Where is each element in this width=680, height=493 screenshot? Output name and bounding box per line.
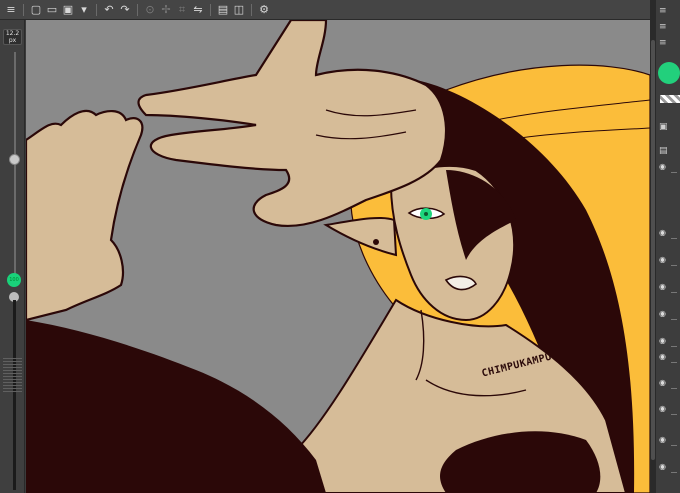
layer-icon[interactable]: ◫ (232, 3, 246, 17)
layer-row-divider (671, 172, 677, 173)
select-icon[interactable]: ⊙ (143, 3, 157, 17)
left-panel-tick (3, 382, 22, 383)
redo-icon[interactable]: ↷ (118, 3, 132, 17)
left-panel-tick (3, 385, 22, 386)
layer-panel-icon[interactable]: ▣ (659, 122, 669, 132)
crop-icon[interactable]: ⌗ (175, 3, 189, 17)
left-panel-tick (3, 364, 22, 365)
toolbar-separator (23, 3, 24, 16)
brush-size-value: 12.2 (5, 30, 20, 37)
flip-icon[interactable]: ⇋ (191, 3, 205, 17)
brush-opacity-badge[interactable]: 100 (7, 273, 21, 287)
settings-icon[interactable]: ⚙ (257, 3, 271, 17)
left-panel-tick (3, 373, 22, 374)
left-hand-shape (26, 109, 144, 322)
scrollbar-thumb[interactable] (651, 40, 655, 460)
toolbar-separator (251, 3, 252, 16)
left-panel-tick (3, 388, 22, 389)
left-panel-tick (3, 358, 22, 359)
left-panel-tick (3, 391, 22, 392)
left-panel-tick (3, 379, 22, 380)
open-file-icon[interactable]: ▭ (45, 3, 59, 17)
layer-visibility-eye-icon[interactable]: ◉ (659, 404, 666, 413)
transparent-color-swatch[interactable] (660, 95, 680, 103)
left-panel-tick (3, 361, 22, 362)
brush-size-readout[interactable]: 12.2 px (3, 29, 22, 45)
layer-visibility-eye-icon[interactable]: ◉ (659, 336, 666, 345)
panel-menu-icon[interactable]: ≡ (659, 6, 669, 16)
save-icon[interactable]: ▣ (61, 3, 75, 17)
right-side-panel: ≡ ≡ ≡ ▣ ▤ ◉ ◉ ◉ ◉ ◉ ◉ ◉ ◉ ◉ ◉ ◉ (656, 0, 680, 493)
artwork (26, 20, 650, 493)
layer-visibility-eye-icon[interactable]: ◉ (659, 352, 666, 361)
panel-menu-icon[interactable]: ≡ (659, 22, 669, 32)
layer-visibility-eye-icon[interactable]: ◉ (659, 282, 666, 291)
brush-size-slider-handle[interactable] (9, 154, 20, 165)
undo-icon[interactable]: ↶ (102, 3, 116, 17)
brush-size-panel: 12.2 px 100 (0, 20, 25, 493)
layer-visibility-eye-icon[interactable]: ◉ (659, 228, 666, 237)
layer-folder-icon[interactable]: ▤ (659, 146, 669, 156)
toolbar-separator (96, 3, 97, 16)
layer-visibility-eye-icon[interactable]: ◉ (659, 378, 666, 387)
layer-row-divider (671, 388, 677, 389)
dropdown-icon[interactable]: ▾ (77, 3, 91, 17)
layer-row-divider (671, 414, 677, 415)
eye-pupil (424, 212, 428, 216)
layer-row-divider (671, 265, 677, 266)
layer-row-divider (671, 346, 677, 347)
drawing-canvas[interactable]: CHIMPUKAMPU (26, 20, 650, 493)
left-panel-tick (3, 370, 22, 371)
layer-visibility-eye-icon[interactable]: ◉ (659, 435, 666, 444)
layer-visibility-eye-icon[interactable]: ◉ (659, 309, 666, 318)
fit-icon[interactable]: ▤ (216, 3, 230, 17)
left-panel-ticks (3, 358, 22, 394)
layer-row-divider (671, 472, 677, 473)
layer-row-divider (671, 362, 677, 363)
panel-menu-icon[interactable]: ≡ (659, 38, 669, 48)
main-color-swatch[interactable] (658, 62, 680, 84)
new-file-icon[interactable]: ▢ (29, 3, 43, 17)
left-arm-shadow (26, 320, 326, 493)
layer-row-divider (671, 292, 677, 293)
layer-visibility-eye-icon[interactable]: ◉ (659, 255, 666, 264)
left-panel-tick (3, 376, 22, 377)
brush-size-slider[interactable] (14, 52, 16, 282)
layer-visibility-eye-icon[interactable]: ◉ (659, 462, 666, 471)
transform-icon[interactable]: ✢ (159, 3, 173, 17)
top-toolbar: ≡ ▢ ▭ ▣ ▾ ↶ ↷ ⊙ ✢ ⌗ ⇋ ▤ ◫ ⚙ (0, 0, 652, 20)
toolbar-separator (137, 3, 138, 16)
menu-icon[interactable]: ≡ (4, 3, 18, 17)
brush-opacity-slider[interactable] (13, 300, 16, 490)
layer-row-divider (671, 445, 677, 446)
left-panel-tick (3, 367, 22, 368)
ear-ring (373, 239, 379, 245)
layer-visibility-eye-icon[interactable]: ◉ (659, 162, 666, 171)
layer-row-divider (671, 319, 677, 320)
layer-row-divider (671, 238, 677, 239)
brush-size-unit: px (8, 37, 17, 44)
toolbar-separator (210, 3, 211, 16)
